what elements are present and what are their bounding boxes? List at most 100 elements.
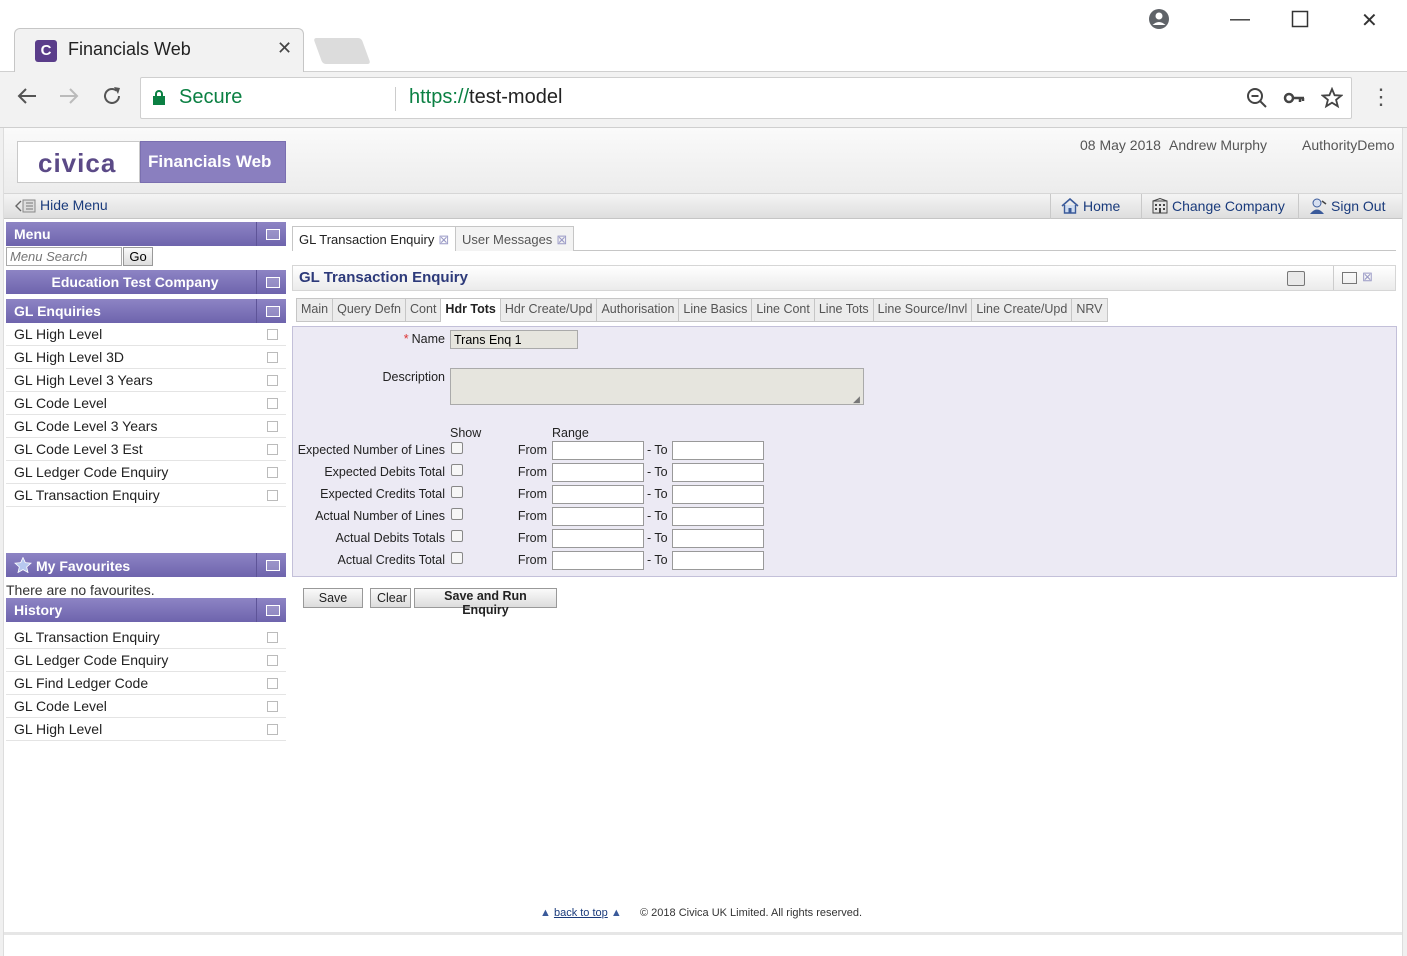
open-new-window-icon[interactable]	[267, 421, 278, 432]
show-checkbox[interactable]	[451, 464, 463, 476]
range-from-input[interactable]	[552, 529, 644, 548]
gl-enquiries-header[interactable]: GL Enquiries	[6, 299, 286, 323]
tab-cont[interactable]: Cont	[406, 298, 442, 322]
sidebar-item-gl-ledger-code-enquiry[interactable]: GL Ledger Code Enquiry	[6, 461, 286, 484]
tab-hdr-tots[interactable]: Hdr Tots	[441, 298, 501, 322]
history-item[interactable]: GL Ledger Code Enquiry	[6, 649, 286, 672]
new-tab-button[interactable]	[313, 38, 371, 64]
print-icon[interactable]	[1287, 271, 1305, 286]
sidebar-item-gl-high-level[interactable]: GL High Level	[6, 323, 286, 346]
open-new-window-icon[interactable]	[267, 467, 278, 478]
back-to-top-link[interactable]: ▲ back to top ▲	[540, 907, 622, 919]
show-checkbox[interactable]	[451, 508, 463, 520]
save-button[interactable]: Save	[303, 588, 363, 608]
range-from-input[interactable]	[552, 463, 644, 482]
show-checkbox[interactable]	[451, 552, 463, 564]
show-checkbox[interactable]	[451, 442, 463, 454]
open-new-window-icon[interactable]	[267, 329, 278, 340]
sidebar-item-gl-code-level-3-years[interactable]: GL Code Level 3 Years	[6, 415, 286, 438]
range-from-input[interactable]	[552, 507, 644, 526]
open-new-window-icon[interactable]	[267, 701, 278, 712]
range-to-input[interactable]	[672, 507, 764, 526]
open-new-window-icon[interactable]	[267, 352, 278, 363]
range-from-input[interactable]	[552, 441, 644, 460]
tab-user-messages[interactable]: User Messages ⊠	[455, 226, 575, 251]
tab-main[interactable]: Main	[296, 298, 334, 322]
company-toggle-icon[interactable]	[256, 270, 286, 294]
close-tab-icon[interactable]: ⊠	[438, 232, 449, 247]
history-item[interactable]: GL Code Level	[6, 695, 286, 718]
minimize-icon[interactable]: —	[1230, 8, 1250, 31]
address-bar[interactable]: Secure https://test-model	[140, 77, 1352, 119]
tab-line-source-invl[interactable]: Line Source/Invl	[873, 298, 973, 322]
tab-authorisation[interactable]: Authorisation	[597, 298, 680, 322]
range-to-input[interactable]	[672, 529, 764, 548]
range-to-input[interactable]	[672, 441, 764, 460]
profile-icon[interactable]	[1148, 8, 1170, 36]
range-from-input[interactable]	[552, 551, 644, 570]
hide-menu-button[interactable]: Hide Menu	[14, 197, 108, 216]
bookmark-star-icon[interactable]	[1320, 86, 1344, 115]
browser-menu-icon[interactable]: ⋮	[1370, 84, 1392, 110]
back-to-top-text[interactable]: back to top	[554, 907, 608, 919]
open-new-window-icon[interactable]	[267, 678, 278, 689]
clear-button[interactable]: Clear	[370, 588, 411, 608]
forward-icon[interactable]	[58, 85, 80, 113]
open-new-window-icon[interactable]	[267, 375, 278, 386]
show-checkbox[interactable]	[451, 486, 463, 498]
history-item[interactable]: GL Transaction Enquiry	[6, 626, 286, 649]
tab-line-tots[interactable]: Line Tots	[814, 298, 874, 322]
url-text[interactable]: https://test-model	[409, 86, 562, 109]
sidebar-item-gl-high-level-3-years[interactable]: GL High Level 3 Years	[6, 369, 286, 392]
open-new-window-icon[interactable]	[267, 724, 278, 735]
maximize-icon[interactable]	[1291, 10, 1309, 34]
tab-line-basics[interactable]: Line Basics	[679, 298, 753, 322]
tab-nrv[interactable]: NRV	[1072, 298, 1108, 322]
resize-grip-icon[interactable]: ◢	[853, 394, 860, 405]
range-to-input[interactable]	[672, 463, 764, 482]
menu-search-go-button[interactable]: Go	[123, 247, 153, 266]
tab-gl-transaction-enquiry[interactable]: GL Transaction Enquiry ⊠	[292, 226, 457, 251]
menu-toggle-icon[interactable]	[256, 222, 286, 246]
sign-out-button[interactable]: Sign Out	[1298, 194, 1395, 219]
sidebar-item-gl-high-level-3d[interactable]: GL High Level 3D	[6, 346, 286, 369]
panel-window-close-icon[interactable]	[1333, 266, 1393, 290]
history-item[interactable]: GL High Level	[6, 718, 286, 741]
home-button[interactable]: Home	[1050, 194, 1130, 219]
open-new-window-icon[interactable]	[267, 632, 278, 643]
back-icon[interactable]	[16, 85, 38, 113]
save-and-run-enquiry-button[interactable]: Save and Run Enquiry	[414, 588, 557, 617]
change-company-button[interactable]: Change Company	[1141, 194, 1295, 219]
civica-logo[interactable]: civica	[17, 141, 140, 183]
window-close-icon[interactable]: ✕	[1361, 8, 1378, 33]
close-tab-icon[interactable]: ✕	[277, 38, 292, 59]
range-from-input[interactable]	[552, 485, 644, 504]
sidebar-item-gl-code-level-3-est[interactable]: GL Code Level 3 Est	[6, 438, 286, 461]
open-new-window-icon[interactable]	[267, 490, 278, 501]
open-new-window-icon[interactable]	[267, 398, 278, 409]
reload-icon[interactable]	[101, 85, 123, 113]
section-up-icon[interactable]	[256, 299, 286, 323]
menu-search-input[interactable]	[6, 247, 122, 266]
tab-hdr-create-upd[interactable]: Hdr Create/Upd	[500, 298, 598, 322]
tab-query-defn[interactable]: Query Defn	[333, 298, 407, 322]
history-item[interactable]: GL Find Ledger Code	[6, 672, 286, 695]
browser-tab[interactable]: C Financials Web ✕	[14, 28, 304, 72]
sidebar-item-gl-code-level[interactable]: GL Code Level	[6, 392, 286, 415]
close-tab-icon[interactable]: ⊠	[556, 232, 567, 247]
zoom-icon[interactable]	[1246, 87, 1268, 115]
open-new-window-icon[interactable]	[267, 444, 278, 455]
open-new-window-icon[interactable]	[267, 655, 278, 666]
name-input[interactable]	[450, 330, 578, 349]
tab-line-create-upd[interactable]: Line Create/Upd	[972, 298, 1073, 322]
description-textarea[interactable]	[450, 368, 864, 405]
tab-line-cont[interactable]: Line Cont	[752, 298, 815, 322]
favourites-toggle-icon[interactable]	[256, 553, 286, 577]
range-to-input[interactable]	[672, 485, 764, 504]
key-icon[interactable]	[1283, 87, 1305, 115]
range-to-input[interactable]	[672, 551, 764, 570]
sidebar-item-gl-transaction-enquiry[interactable]: GL Transaction Enquiry	[6, 484, 286, 507]
history-toggle-icon[interactable]	[256, 598, 286, 622]
show-checkbox[interactable]	[451, 530, 463, 542]
gl-enquiries-title: GL Enquiries	[14, 303, 101, 319]
